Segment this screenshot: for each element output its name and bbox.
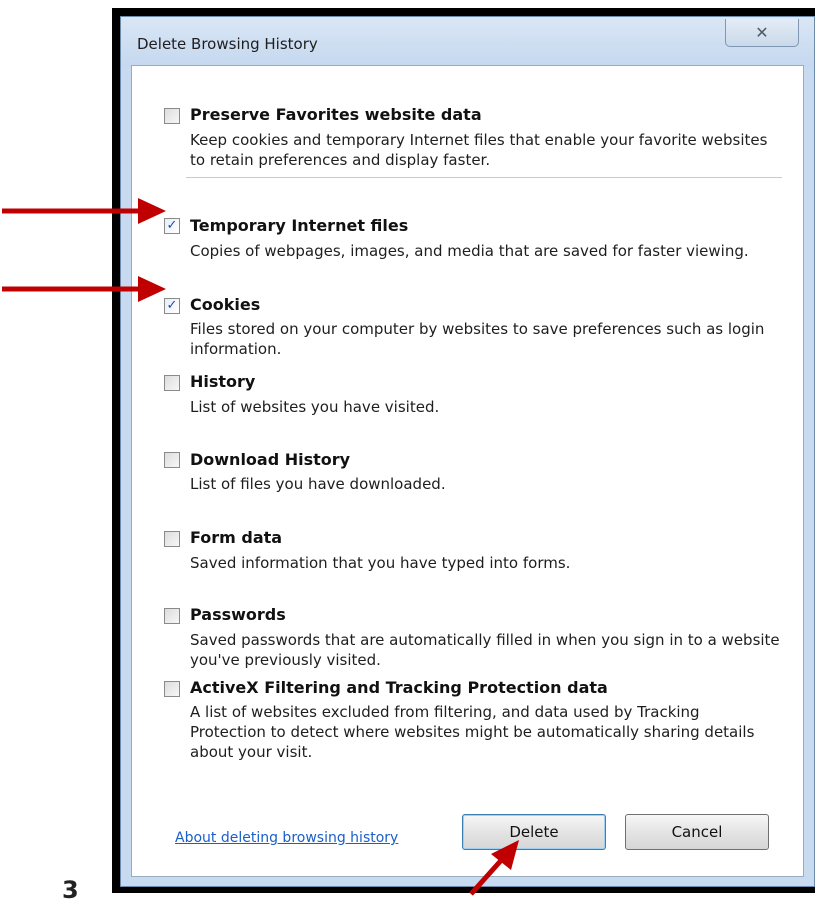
option-description: List of files you have downloaded. [190,475,446,493]
cancel-button[interactable]: Cancel [625,814,769,850]
separator [186,177,782,178]
option-label: Download History [190,450,351,469]
option-description: Files stored on your computer by website… [190,320,765,358]
option-label: ActiveX Filtering and Tracking Protectio… [190,678,608,697]
option-description: A list of websites excluded from filteri… [190,703,755,761]
option-label: Cookies [190,295,261,314]
annotation-arrow-temporary-files [2,198,166,224]
about-deleting-history-link[interactable]: About deleting browsing history [175,830,398,846]
checkbox-history[interactable] [164,375,180,391]
checkbox-passwords[interactable] [164,608,180,624]
option-label: History [190,372,256,391]
annotation-arrow-delete-button [469,840,519,896]
option-label: Preserve Favorites website data [190,105,482,124]
option-label: Passwords [190,605,286,624]
option-description: Saved information that you have typed in… [190,554,571,572]
checkbox-preserve-favorites[interactable] [164,108,180,124]
option-description: Keep cookies and temporary Internet file… [190,131,768,169]
dialog-client-area: Preserve Favorites website data Keep coo… [131,65,804,877]
annotation-arrow-cookies [2,276,166,302]
checkbox-form-data[interactable] [164,531,180,547]
title-bar: Delete Browsing History ✕ [121,17,814,67]
checkbox-activex-tracking-protection[interactable] [164,681,180,697]
option-label: Form data [190,528,283,547]
option-label: Temporary Internet files [190,216,409,235]
close-button[interactable]: ✕ [725,19,799,47]
close-icon: ✕ [755,23,769,42]
checkbox-download-history[interactable] [164,452,180,468]
dialog-title: Delete Browsing History [137,35,318,53]
option-description: Saved passwords that are automatically f… [190,631,780,669]
delete-browsing-history-dialog: Delete Browsing History ✕ Preserve Favor… [120,16,815,887]
option-description: Copies of webpages, images, and media th… [190,242,749,260]
option-description: List of websites you have visited. [190,398,440,416]
page-number-mark: 3 [62,876,79,904]
